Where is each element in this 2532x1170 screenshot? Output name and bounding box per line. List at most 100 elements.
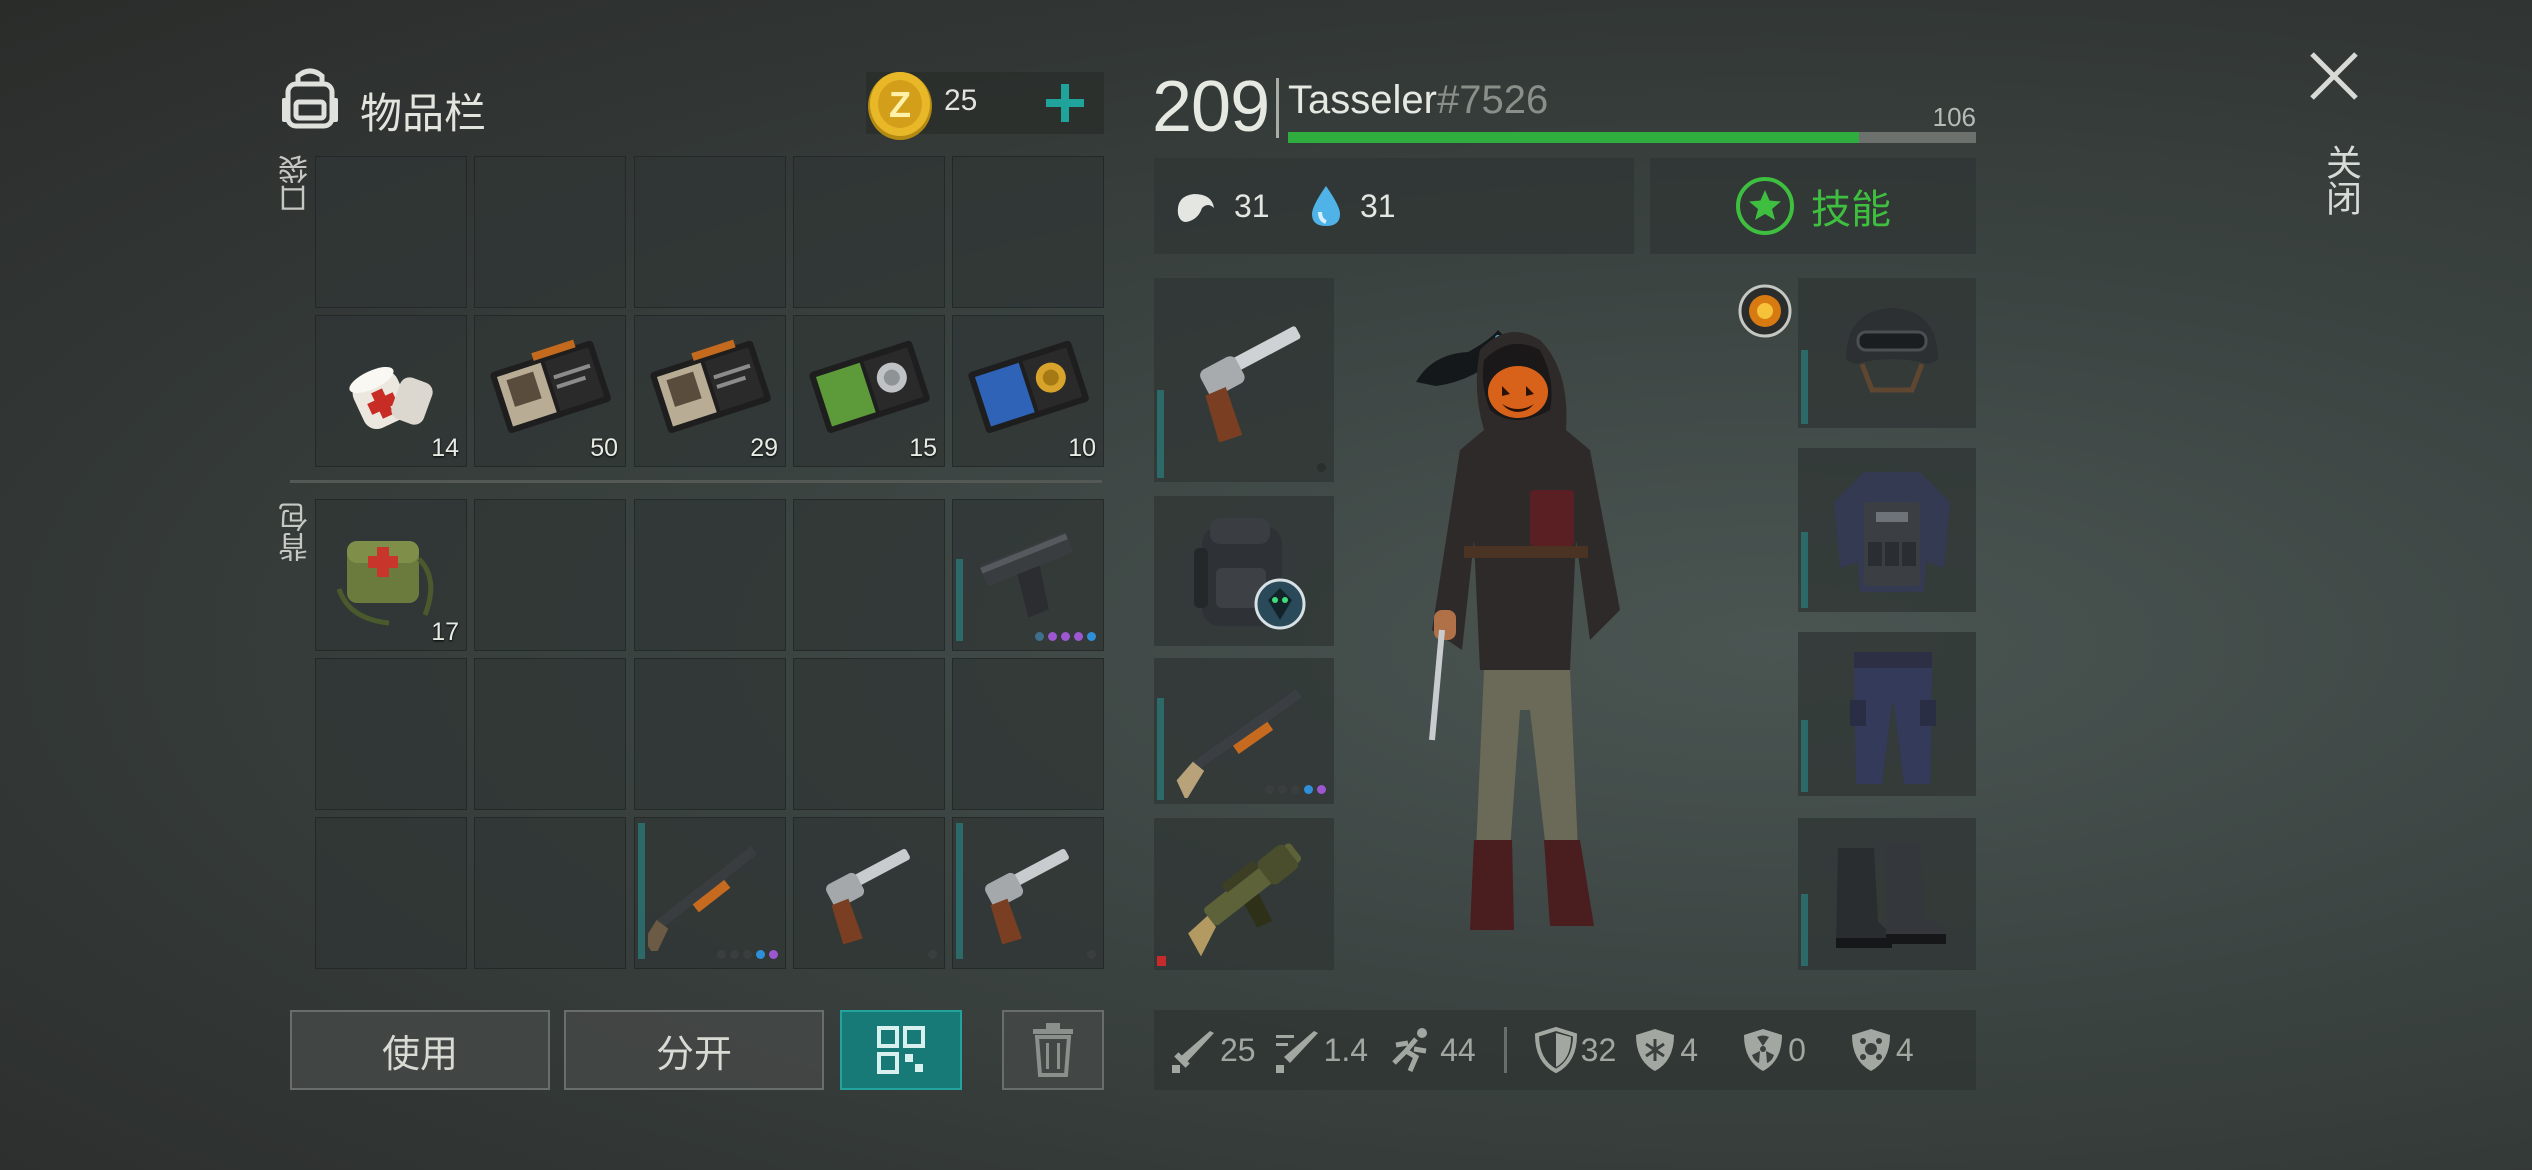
durability-bar xyxy=(638,823,645,959)
coin-icon: Z xyxy=(864,66,936,142)
character-model xyxy=(1380,290,1680,950)
backpack-slot[interactable] xyxy=(315,658,467,810)
hunger-icon xyxy=(1172,184,1218,230)
backpack-slot-revolver[interactable] xyxy=(793,817,945,969)
xp-bar-fill xyxy=(1288,132,1860,143)
armor-slot-pants[interactable] xyxy=(1798,632,1976,796)
thirst-value: 31 xyxy=(1360,188,1396,224)
backpack-slot[interactable] xyxy=(474,499,626,651)
player-name-line: Tasseler#7526 xyxy=(1288,78,1548,123)
item-quantity: 10 xyxy=(1068,434,1096,462)
backpack-slot[interactable] xyxy=(952,658,1104,810)
shotgun-icon xyxy=(1176,668,1316,798)
armor-slot-helmet[interactable] xyxy=(1798,278,1976,428)
skills-button[interactable]: 技能 xyxy=(1650,158,1976,254)
speed-value: 44 xyxy=(1440,1031,1476,1068)
durability-bar xyxy=(1157,390,1164,478)
pocket-slot-badge[interactable]: 15 xyxy=(793,315,945,467)
attack-speed-icon xyxy=(1275,1031,1318,1073)
sort-grid-button[interactable] xyxy=(840,1010,962,1090)
shotgun-icon xyxy=(648,831,772,951)
close-icon xyxy=(2310,52,2358,100)
pocket-label: 口袋 xyxy=(279,154,314,214)
pocket-slot-id-card[interactable]: 29 xyxy=(634,315,786,467)
weapon-slot-shotgun[interactable] xyxy=(1154,658,1334,804)
xp-bar xyxy=(1288,132,1976,143)
stats-bar: 25 1.4 44 32 4 0 4 xyxy=(1154,1010,1976,1090)
close-button[interactable]: 关闭 xyxy=(2306,48,2362,238)
backpack-slot[interactable] xyxy=(634,658,786,810)
stat-attack: 25 xyxy=(1170,1027,1256,1073)
hunger-value: 31 xyxy=(1234,188,1270,224)
infection-shield-icon xyxy=(1851,1029,1890,1071)
pocket-slot-id-card[interactable]: 50 xyxy=(474,315,626,467)
medkit-bag-icon xyxy=(329,519,445,629)
skills-label: 技能 xyxy=(1811,187,1891,233)
rarity-dots xyxy=(717,950,778,959)
grenade-launcher-icon xyxy=(1174,826,1324,966)
backpack-icon xyxy=(278,66,342,132)
durability-bar-low xyxy=(1157,956,1166,966)
durability-bar xyxy=(1801,532,1808,608)
pocket-slot[interactable] xyxy=(315,156,467,308)
backpack-slot-revolver[interactable] xyxy=(952,817,1104,969)
active-buff-icon[interactable] xyxy=(1738,284,1792,338)
backpack-slot-shotgun[interactable] xyxy=(634,817,786,969)
stat-infection: 4 xyxy=(1850,1027,1914,1073)
pocket-slot[interactable] xyxy=(474,156,626,308)
revolver-icon xyxy=(807,831,927,951)
stat-speed: 44 xyxy=(1386,1027,1476,1073)
name-divider xyxy=(1276,78,1279,138)
item-quantity: 50 xyxy=(590,434,618,462)
backpack-slot[interactable] xyxy=(793,499,945,651)
durability-bar xyxy=(1801,350,1808,424)
item-quantity: 14 xyxy=(431,434,459,462)
player-tag: #7526 xyxy=(1436,78,1549,122)
star-icon xyxy=(1736,177,1794,235)
rarity-dots xyxy=(1317,463,1326,472)
body-armor-icon xyxy=(1824,462,1960,602)
item-quantity: 17 xyxy=(431,618,459,646)
pocket-slot-bandage[interactable]: 14 xyxy=(315,315,467,467)
delete-button[interactable] xyxy=(1002,1010,1104,1090)
radiation-shield-icon xyxy=(1744,1029,1783,1071)
backpack-slot[interactable] xyxy=(474,817,626,969)
weapon-slot-revolver[interactable] xyxy=(1154,278,1334,482)
tactical-helmet-icon xyxy=(1832,294,1952,414)
pocket-slot[interactable] xyxy=(793,156,945,308)
stat-cold: 4 xyxy=(1634,1027,1698,1073)
player-level: 209 xyxy=(1152,67,1270,147)
split-button[interactable]: 分开 xyxy=(564,1010,824,1090)
svg-text:Z: Z xyxy=(889,84,911,125)
weapon-slot-grenade-launcher[interactable] xyxy=(1154,818,1334,970)
rarity-dots xyxy=(928,950,937,959)
backpack-slot-pistol[interactable] xyxy=(952,499,1104,651)
item-quantity: 29 xyxy=(750,434,778,462)
durability-bar xyxy=(956,559,963,641)
pistol-icon xyxy=(976,513,1086,623)
use-button[interactable]: 使用 xyxy=(290,1010,550,1090)
armor-slot-body[interactable] xyxy=(1798,448,1976,612)
inventory-title: 物品栏 xyxy=(360,89,487,138)
backpack-slot[interactable] xyxy=(634,499,786,651)
attack-speed-value: 1.4 xyxy=(1323,1031,1369,1068)
revolver-icon xyxy=(966,831,1086,951)
stats-divider xyxy=(1503,1027,1507,1073)
backpack-slot[interactable] xyxy=(474,658,626,810)
stat-attack-speed: 1.4 xyxy=(1274,1027,1368,1073)
pocket-slot-badge[interactable]: 10 xyxy=(952,315,1104,467)
pocket-slot[interactable] xyxy=(952,156,1104,308)
backpack-slot-medkit[interactable]: 17 xyxy=(315,499,467,651)
thirst-icon xyxy=(1306,182,1346,230)
durability-bar xyxy=(956,823,963,959)
durability-bar xyxy=(1801,894,1808,966)
pocket-slot[interactable] xyxy=(634,156,786,308)
armor-slot-boots[interactable] xyxy=(1798,818,1976,970)
backpack-slot[interactable] xyxy=(793,658,945,810)
backpack-slot[interactable] xyxy=(315,817,467,969)
defense-value: 32 xyxy=(1580,1031,1617,1068)
backpack-slot-equipped[interactable] xyxy=(1154,496,1334,646)
durability-bar xyxy=(1801,720,1808,792)
gold-badge-id-icon xyxy=(964,335,1092,435)
add-coins-button[interactable] xyxy=(1040,78,1090,128)
